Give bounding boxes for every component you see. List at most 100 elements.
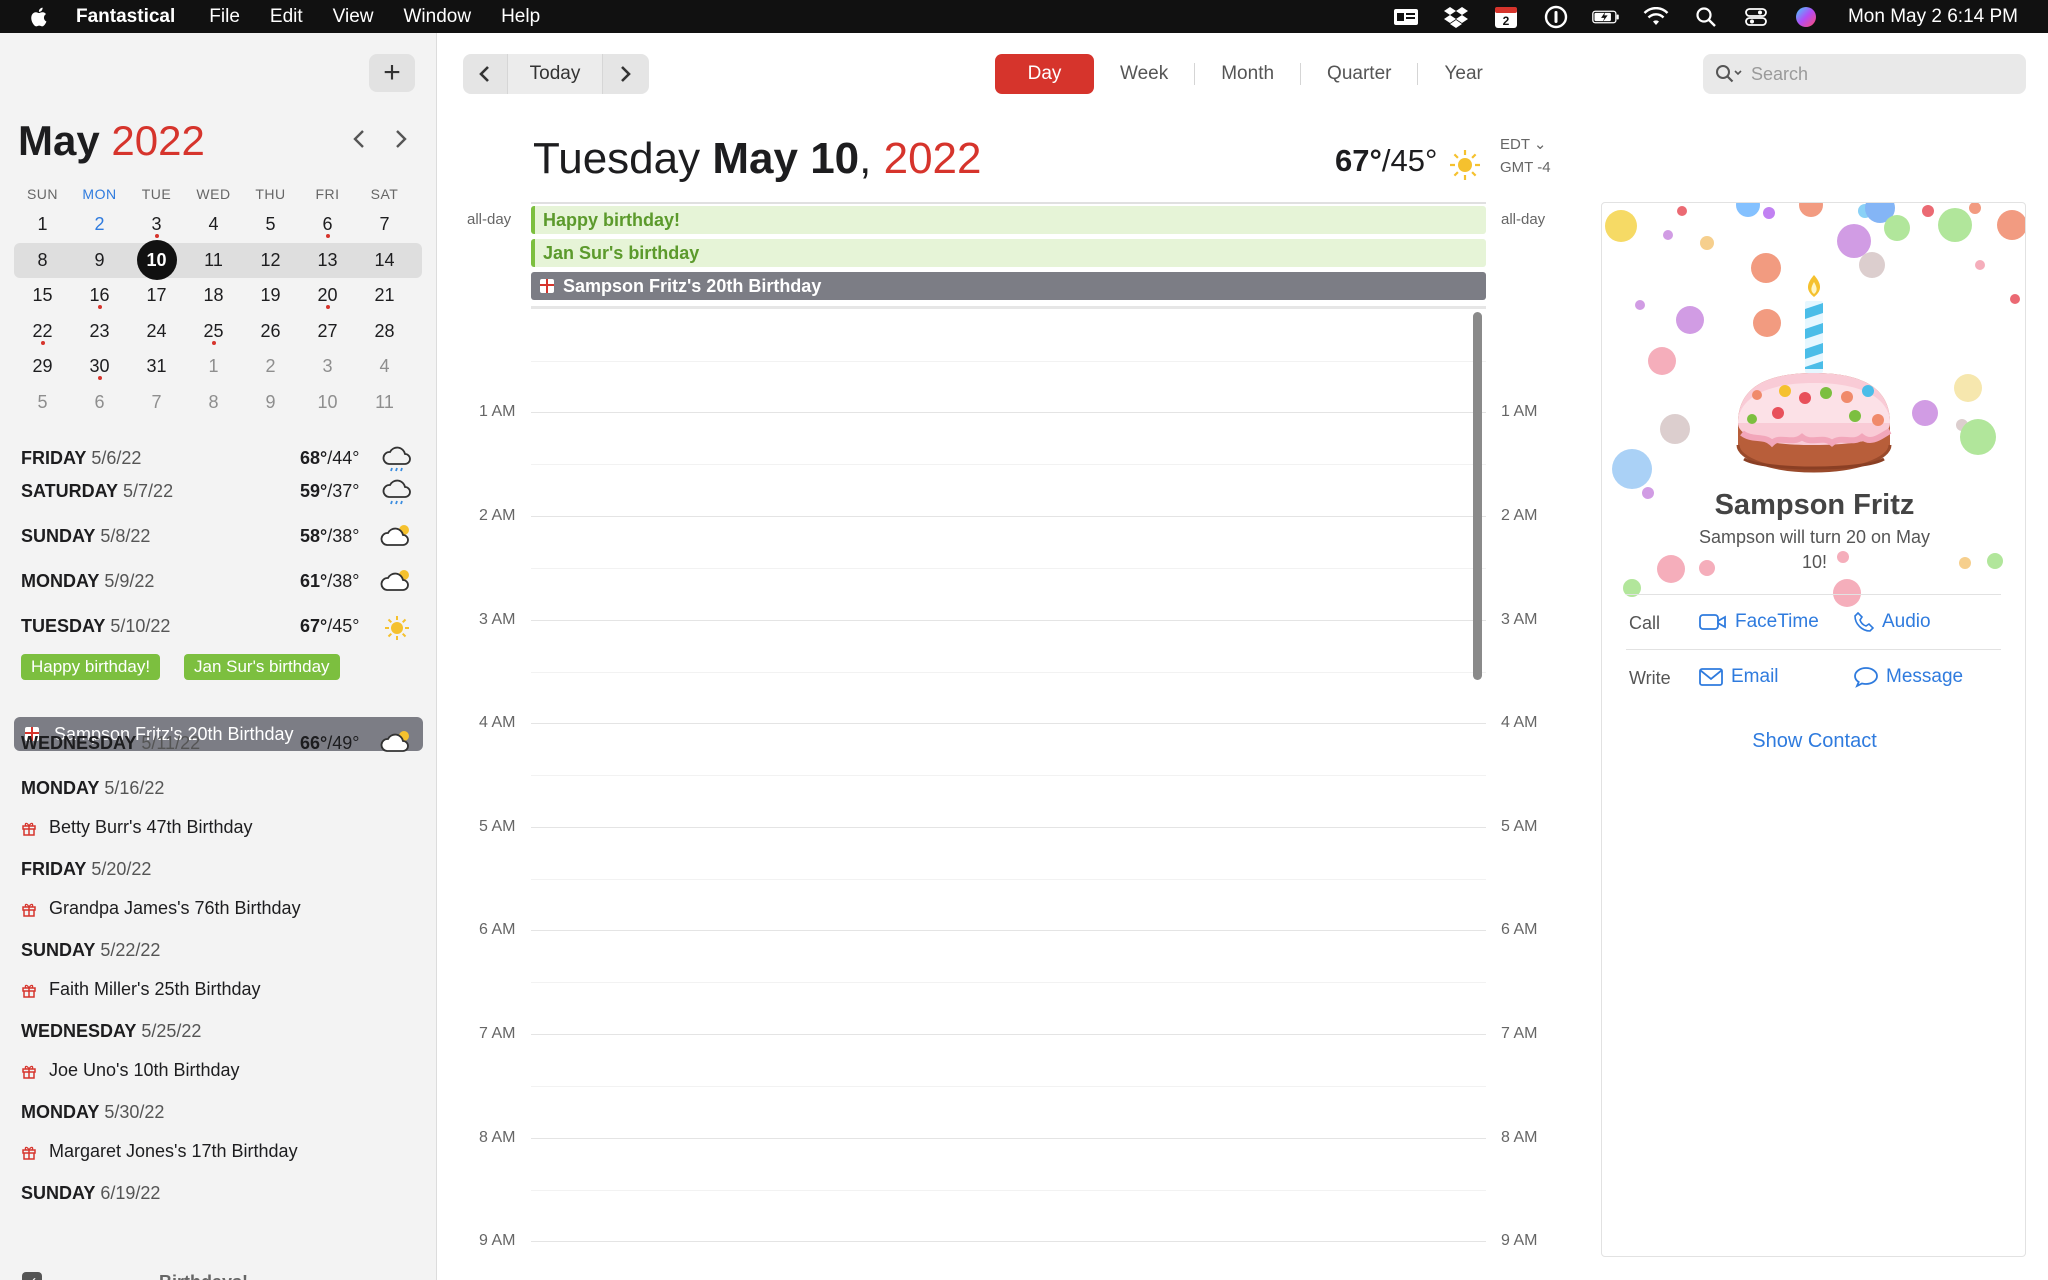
audio-call-button[interactable]: Audio xyxy=(1854,611,1931,633)
day-cell[interactable]: 11 xyxy=(356,392,413,413)
calendar-set-checkbox[interactable]: ✓ xyxy=(22,1272,42,1280)
day-cell[interactable]: 9 xyxy=(71,250,128,271)
agenda-day-header[interactable]: MONDAY 5/16/22 xyxy=(21,778,164,799)
id-card-icon[interactable] xyxy=(1392,6,1420,28)
day-cell[interactable]: 6 xyxy=(71,392,128,413)
day-cell[interactable]: 26 xyxy=(242,321,299,342)
email-button[interactable]: Email xyxy=(1699,666,1779,688)
show-contact-link[interactable]: Show Contact xyxy=(1602,730,2025,753)
day-cell[interactable]: 23 xyxy=(71,321,128,342)
timezone-selector[interactable]: EDT ⌄ GMT -4 xyxy=(1500,133,1551,179)
agenda-day-header[interactable]: MONDAY 5/30/22 xyxy=(21,1102,164,1123)
agenda-day-header[interactable]: SUNDAY 6/19/22 xyxy=(21,1183,160,1204)
agenda-event[interactable]: Joe Uno's 10th Birthday xyxy=(21,1060,240,1081)
day-cell[interactable]: 8 xyxy=(14,250,71,271)
today-button[interactable]: Today xyxy=(507,54,603,94)
agenda-day-header[interactable]: SUNDAY 5/22/22 xyxy=(21,940,160,961)
control-center-icon[interactable] xyxy=(1742,6,1770,28)
view-day-button[interactable]: Day xyxy=(995,54,1094,94)
day-cell[interactable]: 18 xyxy=(185,285,242,306)
day-cell[interactable]: 30 xyxy=(71,356,128,381)
view-quarter-button[interactable]: Quarter xyxy=(1301,54,1417,94)
message-button[interactable]: Message xyxy=(1854,666,1963,688)
calendar-app-icon[interactable]: 2 xyxy=(1492,6,1520,28)
day-cell[interactable]: 19 xyxy=(242,285,299,306)
day-cell[interactable]: 5 xyxy=(242,214,299,235)
day-cell[interactable]: 12 xyxy=(242,250,299,271)
day-cell[interactable]: 7 xyxy=(128,392,185,413)
allday-event-happy-birthday[interactable]: Happy birthday! xyxy=(531,206,1486,234)
spotlight-search-icon[interactable] xyxy=(1692,6,1720,28)
add-event-button[interactable]: + xyxy=(369,54,415,92)
day-cell[interactable]: 21 xyxy=(356,285,413,306)
day-cell-selected[interactable]: 10 xyxy=(128,240,185,281)
agenda-event[interactable]: Betty Burr's 47th Birthday xyxy=(21,817,253,838)
menu-view[interactable]: View xyxy=(333,6,374,28)
time-grid-scrollbar[interactable] xyxy=(1473,312,1482,680)
allday-event-jan-sur[interactable]: Jan Sur's birthday xyxy=(531,239,1486,267)
day-cell[interactable]: 13 xyxy=(299,250,356,271)
view-month-button[interactable]: Month xyxy=(1195,54,1300,94)
mini-calendar-prev-icon[interactable] xyxy=(348,127,372,151)
day-cell[interactable]: 9 xyxy=(242,392,299,413)
day-cell[interactable]: 6 xyxy=(299,214,356,239)
day-cell[interactable]: 31 xyxy=(128,356,185,377)
menu-window[interactable]: Window xyxy=(403,6,471,28)
day-cell[interactable]: 1 xyxy=(185,356,242,377)
agenda-event[interactable]: Grandpa James's 76th Birthday xyxy=(21,898,301,919)
mini-calendar-next-icon[interactable] xyxy=(388,127,412,151)
menu-clock[interactable]: Mon May 2 6:14 PM xyxy=(1848,6,2018,28)
dropbox-icon[interactable] xyxy=(1442,6,1470,28)
day-cell[interactable]: 15 xyxy=(14,285,71,306)
day-cell[interactable]: 7 xyxy=(356,214,413,235)
day-cell[interactable]: 1 xyxy=(14,214,71,235)
search-input[interactable]: Search xyxy=(1703,54,2026,94)
agenda-tag-happy-birthday[interactable]: Happy birthday! xyxy=(21,654,161,680)
calendar-set-selector[interactable]: Birthdays! ⌄ xyxy=(159,1272,268,1280)
agenda-event[interactable]: Faith Miller's 25th Birthday xyxy=(21,979,261,1000)
next-button[interactable] xyxy=(603,54,647,94)
day-cell[interactable]: 14 xyxy=(356,250,413,271)
prev-button[interactable] xyxy=(463,54,507,94)
agenda-day-header[interactable]: MONDAY 5/9/22 xyxy=(21,571,154,592)
wifi-icon[interactable] xyxy=(1642,6,1670,28)
agenda-day-header[interactable]: TUESDAY 5/10/22 xyxy=(21,616,170,637)
menu-file[interactable]: File xyxy=(209,6,240,28)
day-cell[interactable]: 20 xyxy=(299,285,356,310)
agenda-event[interactable]: Margaret Jones's 17th Birthday xyxy=(21,1141,298,1162)
day-cell[interactable]: 3 xyxy=(128,214,185,239)
agenda-day-header[interactable]: FRIDAY 5/6/22 xyxy=(21,448,141,469)
day-cell[interactable]: 24 xyxy=(128,321,185,342)
agenda-tag-jan-sur[interactable]: Jan Sur's birthday xyxy=(184,654,340,680)
day-cell[interactable]: 28 xyxy=(356,321,413,342)
day-cell[interactable]: 5 xyxy=(14,392,71,413)
siri-icon[interactable] xyxy=(1792,6,1820,28)
menu-edit[interactable]: Edit xyxy=(270,6,303,28)
day-cell[interactable]: 16 xyxy=(71,285,128,310)
menu-app-name[interactable]: Fantastical xyxy=(76,6,175,28)
allday-event-sampson[interactable]: Sampson Fritz's 20th Birthday xyxy=(531,272,1486,300)
agenda-day-header[interactable]: WEDNESDAY 5/25/22 xyxy=(21,1021,201,1042)
apple-icon[interactable] xyxy=(28,6,48,28)
view-week-button[interactable]: Week xyxy=(1094,54,1194,94)
battery-icon[interactable] xyxy=(1592,6,1620,28)
day-cell[interactable]: 3 xyxy=(299,356,356,377)
day-cell[interactable]: 4 xyxy=(185,214,242,235)
agenda-day-header[interactable]: FRIDAY 5/20/22 xyxy=(21,859,151,880)
day-cell[interactable]: 22 xyxy=(14,321,71,345)
view-year-button[interactable]: Year xyxy=(1418,54,1508,94)
day-cell[interactable]: 11 xyxy=(185,250,242,271)
day-cell[interactable]: 29 xyxy=(14,356,71,377)
facetime-button[interactable]: FaceTime xyxy=(1699,611,1819,633)
day-cell[interactable]: 10 xyxy=(299,392,356,413)
day-cell[interactable]: 27 xyxy=(299,321,356,342)
day-cell[interactable]: 17 xyxy=(128,285,185,306)
agenda-day-header[interactable]: SATURDAY 5/7/22 xyxy=(21,481,173,502)
password-manager-icon[interactable] xyxy=(1542,5,1570,28)
agenda-day-header[interactable]: SUNDAY 5/8/22 xyxy=(21,526,150,547)
day-cell[interactable]: 2 xyxy=(242,356,299,377)
menu-help[interactable]: Help xyxy=(501,6,540,28)
day-cell[interactable]: 8 xyxy=(185,392,242,413)
day-cell-current[interactable]: 2 xyxy=(71,214,128,235)
agenda-day-header[interactable]: WEDNESDAY 5/11/22 xyxy=(21,733,200,754)
